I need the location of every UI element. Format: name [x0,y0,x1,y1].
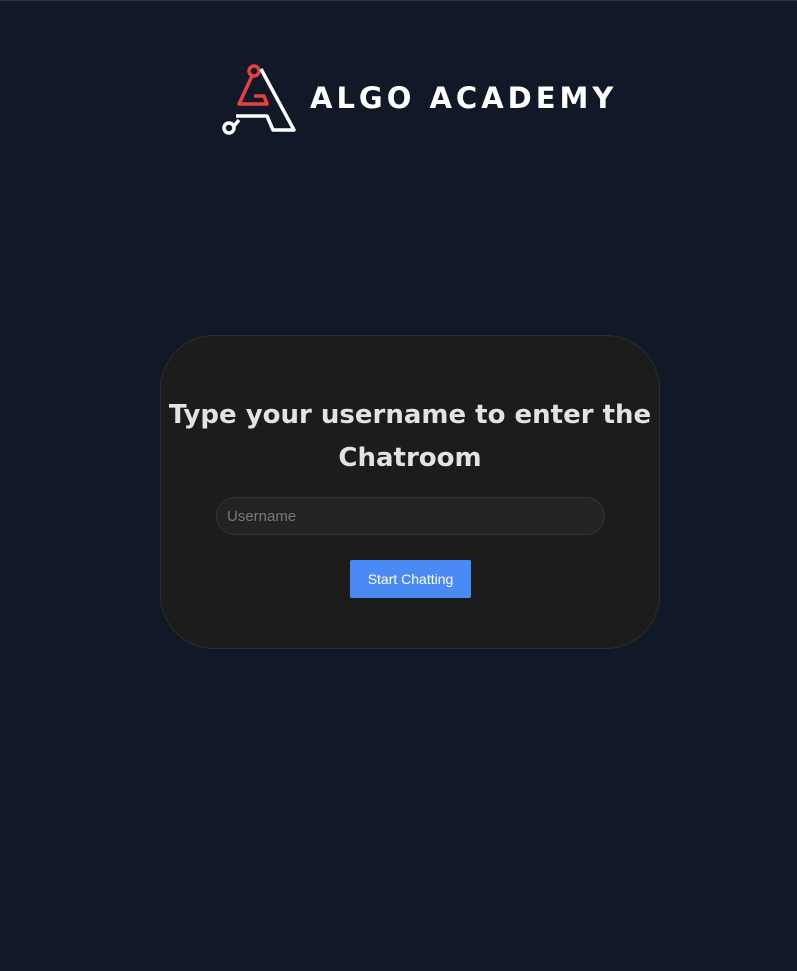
login-card: Type your username to enter the Chatroom… [160,335,660,649]
login-title: Type your username to enter the Chatroom [168,400,652,473]
brand-name: ALGO ACADEMY [310,81,618,115]
brand-logo: ALGO ACADEMY [220,63,617,135]
username-input[interactable] [216,497,605,535]
algo-academy-logo-icon [222,64,296,135]
start-chatting-button[interactable]: Start Chatting [350,560,471,598]
